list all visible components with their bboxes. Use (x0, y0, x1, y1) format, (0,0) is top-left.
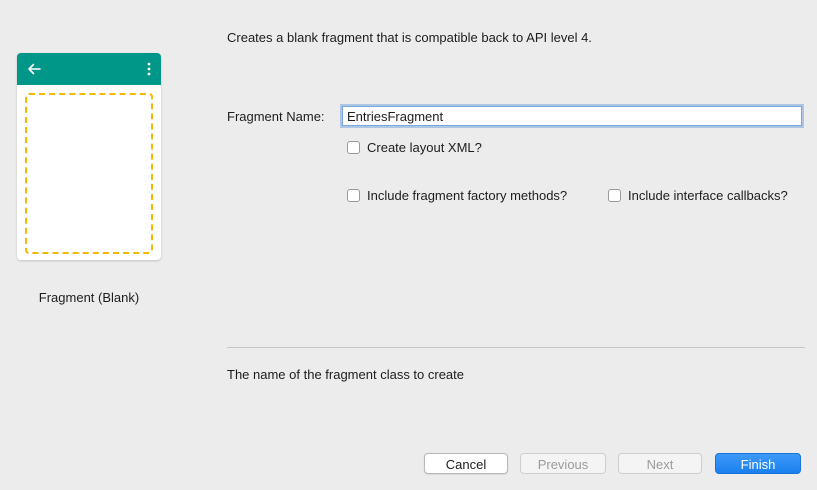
template-description: Creates a blank fragment that is compati… (227, 30, 592, 45)
include-factory-methods-checkbox[interactable]: Include fragment factory methods? (347, 188, 567, 203)
help-text: The name of the fragment class to create (227, 367, 465, 382)
include-interface-callbacks-label: Include interface callbacks? (628, 188, 788, 203)
arrow-left-icon (28, 63, 41, 75)
fragment-name-input[interactable] (342, 106, 802, 126)
fragment-placeholder (25, 93, 153, 254)
template-name: Fragment (Blank) (38, 290, 140, 305)
create-layout-xml-label: Create layout XML? (367, 140, 482, 155)
divider (227, 347, 805, 348)
preview-app-bar (17, 53, 161, 85)
template-preview (17, 53, 161, 260)
previous-button[interactable]: Previous (520, 453, 606, 474)
more-vert-icon (147, 62, 151, 76)
checkbox-box[interactable] (347, 189, 360, 202)
finish-button[interactable]: Finish (715, 453, 801, 474)
include-interface-callbacks-checkbox[interactable]: Include interface callbacks? (608, 188, 788, 203)
cancel-button[interactable]: Cancel (424, 453, 508, 474)
include-factory-methods-label: Include fragment factory methods? (367, 188, 568, 203)
create-layout-xml-checkbox[interactable]: Create layout XML? (347, 140, 482, 155)
checkbox-box[interactable] (347, 141, 360, 154)
fragment-name-label: Fragment Name: (227, 109, 325, 124)
next-button[interactable]: Next (618, 453, 702, 474)
checkbox-box[interactable] (608, 189, 621, 202)
